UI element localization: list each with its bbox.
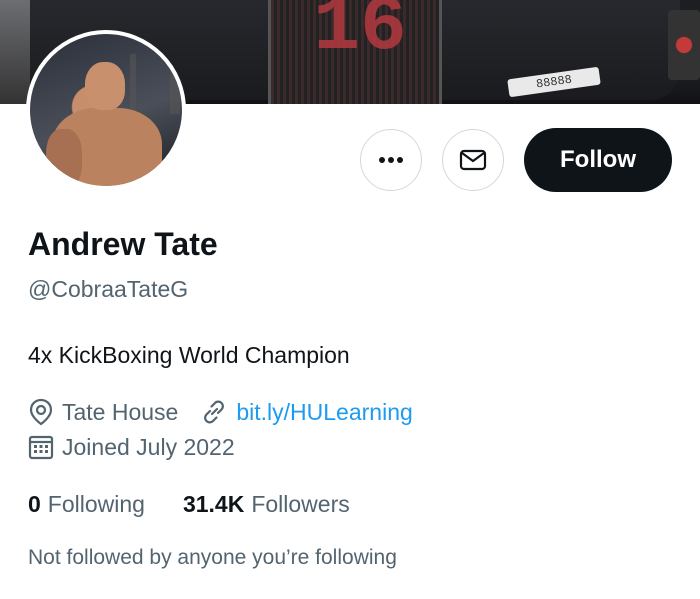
profile-joined-date: Joined July 2022 (62, 434, 235, 460)
avatar-head (85, 62, 125, 110)
followers-stat[interactable]: 31.4K Followers (183, 489, 350, 519)
profile-stats: 0 Following 31.4K Followers (28, 489, 350, 519)
avatar-gym-background (130, 54, 180, 114)
banner-car-wheel-right (668, 10, 700, 80)
link-icon (204, 400, 225, 424)
profile-link-group[interactable]: bit.ly/HULearning (200, 397, 413, 427)
location-pin-icon (29, 398, 53, 426)
more-options-button[interactable] (360, 129, 422, 191)
envelope-icon (459, 149, 487, 171)
mutual-followers-note: Not followed by anyone you’re following (28, 546, 397, 569)
followers-label: Followers (251, 491, 350, 517)
avatar-arm (46, 129, 82, 186)
calendar-icon (28, 435, 54, 460)
following-label: Following (47, 491, 145, 517)
following-stat[interactable]: 0 Following (28, 489, 145, 519)
following-count: 0 (28, 491, 41, 517)
profile-handle: @CobraaTateG (28, 276, 189, 302)
profile-location: Tate House (62, 399, 179, 425)
profile-meta-row: Tate House bit.ly/HULearning (28, 397, 413, 427)
profile-avatar[interactable] (26, 30, 186, 190)
followers-count: 31.4K (182, 491, 245, 517)
profile-name: Andrew Tate (28, 226, 218, 262)
message-button[interactable] (442, 129, 504, 191)
profile-website-link[interactable]: bit.ly/HULearning (236, 397, 412, 427)
profile-joined-row: Joined July 2022 (28, 432, 235, 462)
more-horizontal-icon (379, 157, 403, 163)
profile-bio: 4x KickBoxing World Champion (28, 342, 350, 368)
banner-car-wheel-left (0, 0, 30, 104)
banner-car-number: 16 (313, 0, 407, 72)
follow-button[interactable]: Follow (524, 128, 672, 192)
